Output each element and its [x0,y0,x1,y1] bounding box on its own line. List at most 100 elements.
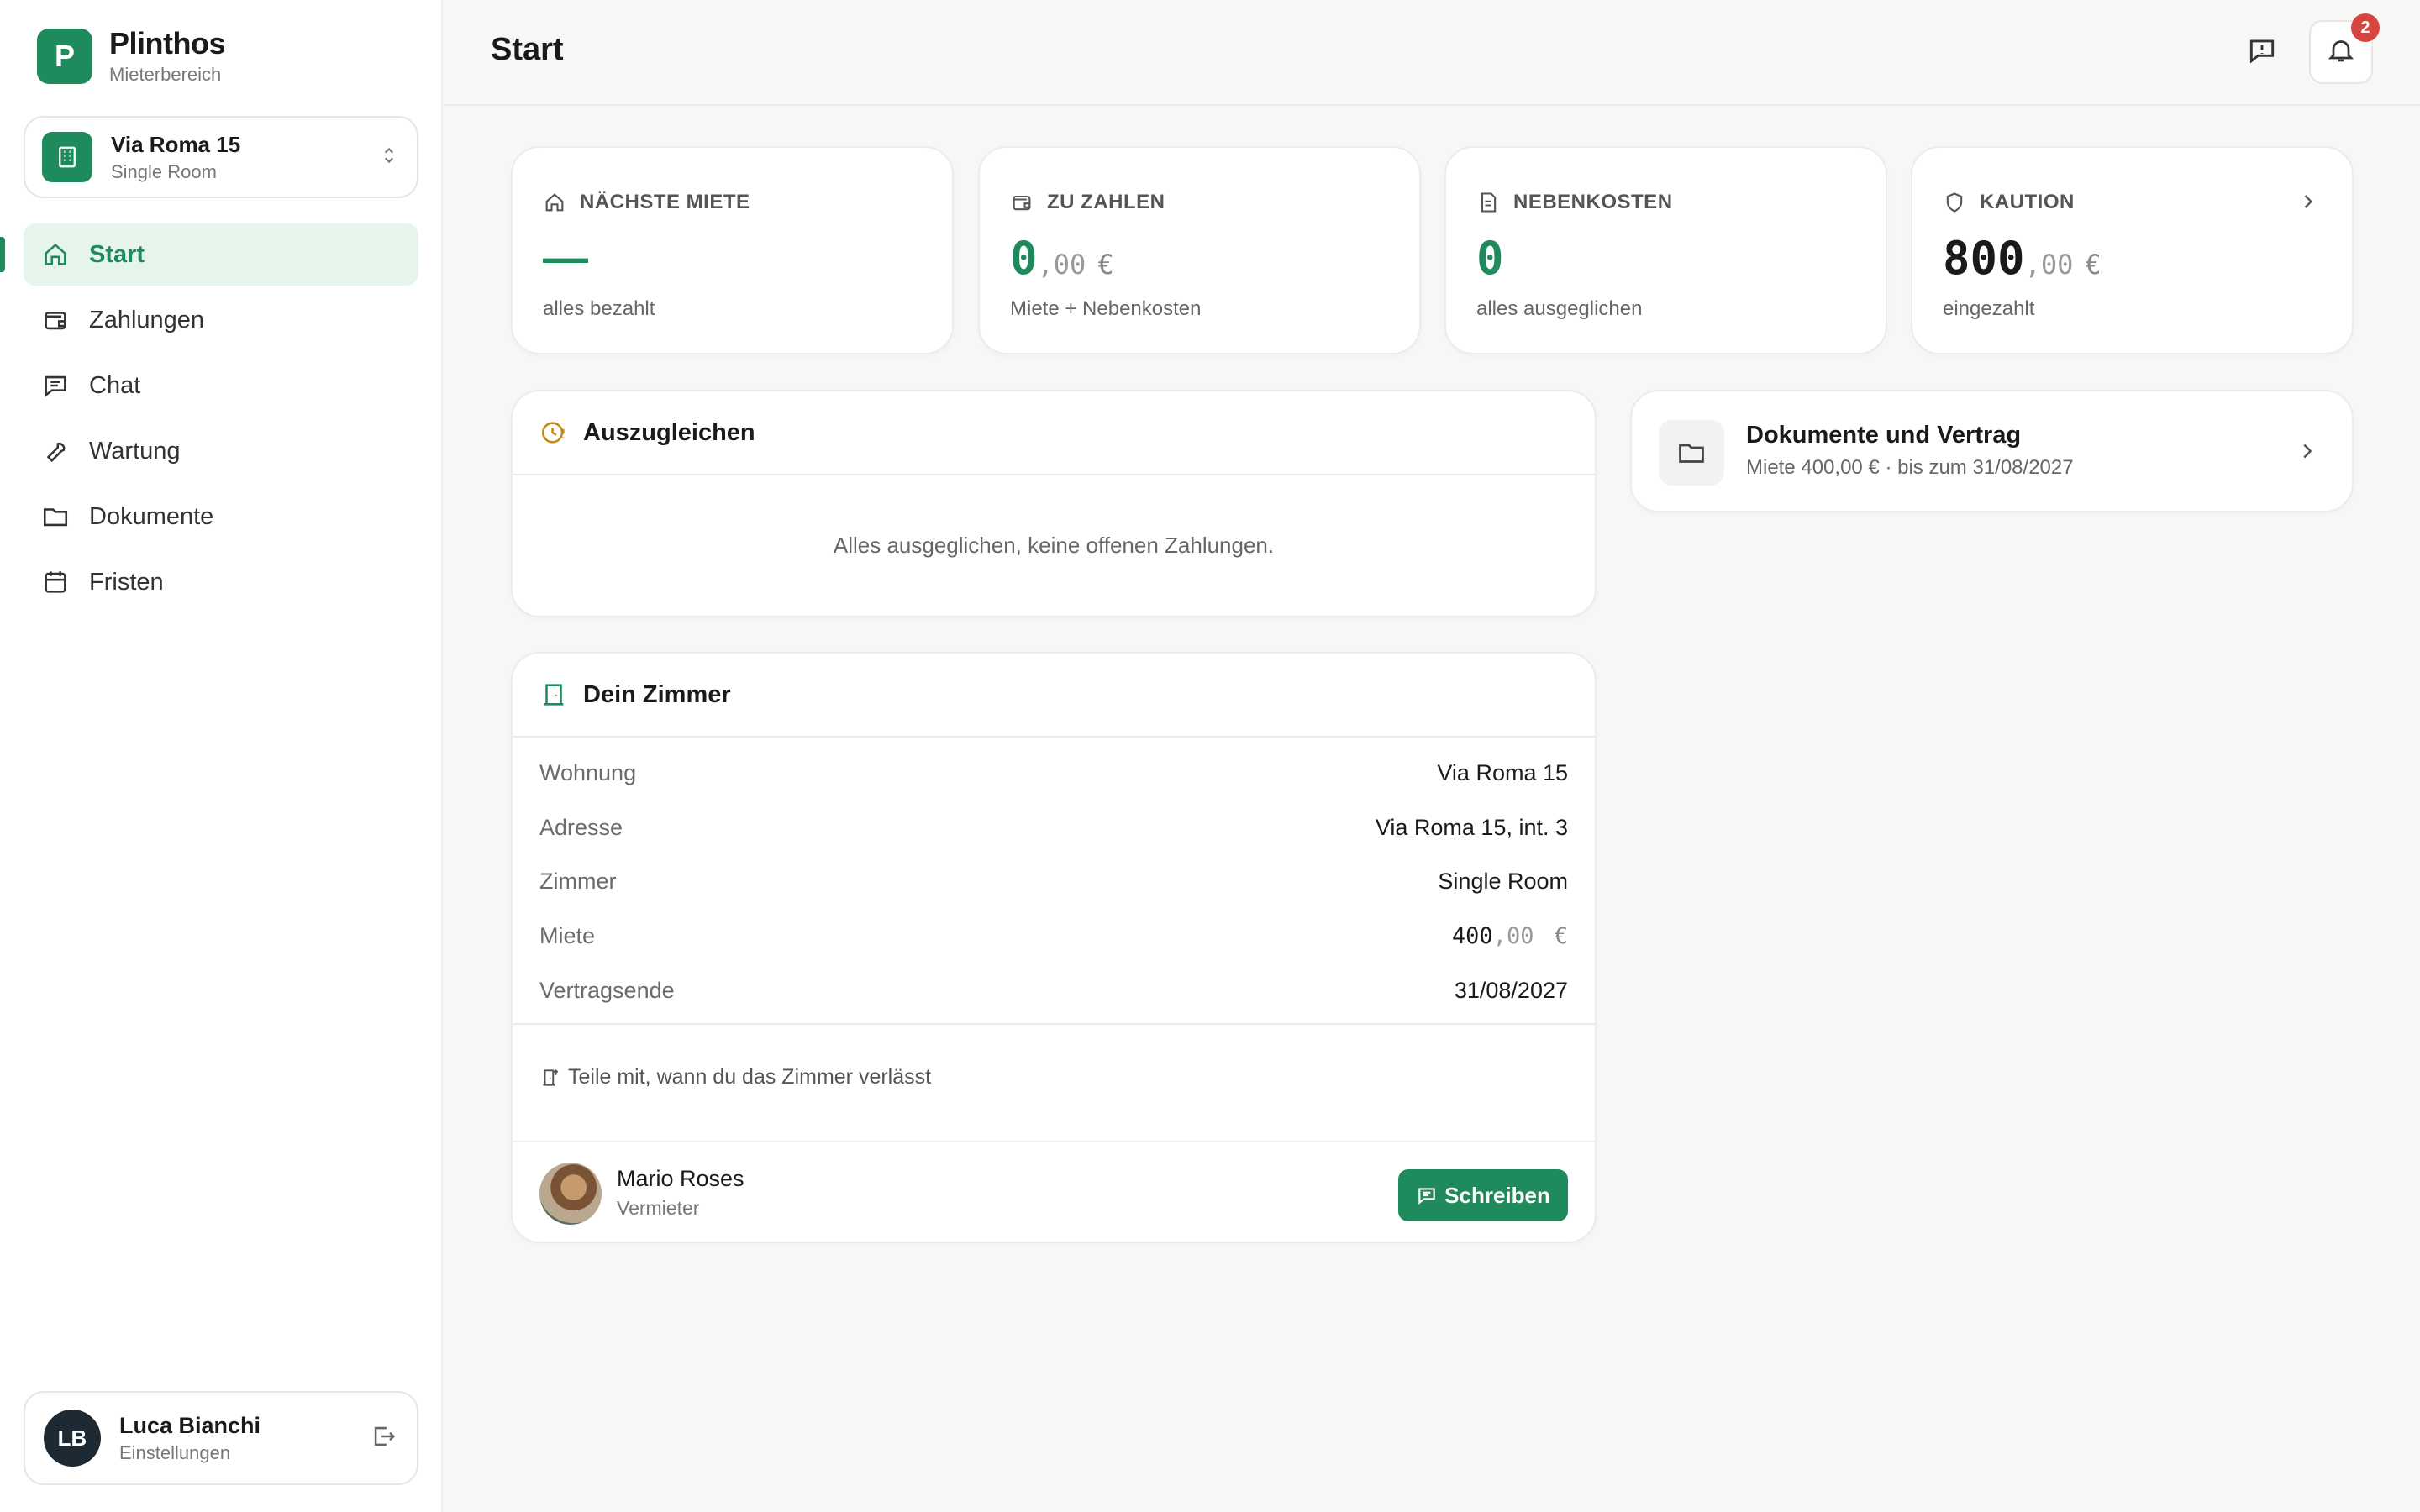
landlord-role: Vermieter [617,1197,700,1219]
stat-decimals: ,00 [1037,249,1086,281]
nav-item-chat[interactable]: Chat [24,354,418,417]
home-icon [543,190,568,215]
notification-badge: 2 [2351,13,2380,42]
stat-label: KAUTION [1980,191,2075,213]
stat-card-deposit[interactable]: KAUTION 800 ,00 € eingezahlt [1911,146,2354,354]
page-title: Start [491,32,564,67]
detail-label: Adresse [539,814,623,840]
wallet-icon [40,305,71,335]
feedback-button[interactable] [2230,20,2294,84]
nav-label: Fristen [89,568,164,596]
nav-label: Start [89,240,145,268]
stat-label: NÄCHSTE MIETE [580,191,750,213]
nav-item-start[interactable]: Start [0,223,418,286]
folder-icon [1659,420,1724,486]
landlord-row: Mario Roses Vermieter Schreiben [513,1142,1595,1245]
detail-value: 400 [1451,922,1493,949]
stat-note: eingezahlt [1943,297,2035,320]
shield-icon [1943,190,1968,215]
user-settings-link[interactable]: Einstellungen [119,1442,370,1464]
nav-item-zahlungen[interactable]: Zahlungen [24,289,418,351]
moveout-text: Teile mit, wann du das Zimmer verlässt [568,1065,932,1089]
balance-empty-text: Alles ausgeglichen, keine offenen Zahlun… [833,533,1275,558]
nav-label: Chat [89,371,141,399]
detail-row-zimmer: Zimmer Single Room [539,854,1568,908]
documents-title: Dokumente und Vertrag [1746,422,2022,449]
stat-decimals: ,00 [2024,249,2074,281]
documents-card[interactable]: Dokumente und Vertrag Miete 400,00 € · b… [1630,390,2354,512]
stat-note: alles bezahlt [543,297,655,320]
balance-card: Auszugleichen Alles ausgeglichen, keine … [511,390,1597,617]
logout-icon[interactable] [370,1422,398,1455]
moveout-link[interactable]: Teile mit, wann du das Zimmer verlässt [539,1065,931,1089]
document-icon [1476,190,1502,215]
building-icon [42,132,92,182]
write-button[interactable]: Schreiben [1398,1169,1568,1221]
property-name: Via Roma 15 [111,131,241,157]
nav-item-dokumente[interactable]: Dokumente [24,486,418,548]
avatar: LB [44,1410,101,1467]
wallet-icon [1010,190,1035,215]
sidebar: P Plinthos Mieterbereich Via Roma 15 Sin… [0,0,443,1512]
detail-row-miete: Miete 400,00 € [539,909,1568,963]
main-nav: Start Zahlungen Chat Wartung Dokumente F… [0,223,418,617]
feedback-icon [2246,34,2278,71]
brand-subtitle: Mieterbereich [109,64,222,85]
detail-currency: € [1554,922,1568,949]
clock-alert-icon [539,417,570,448]
detail-label: Miete [539,922,596,948]
stat-value: — [543,233,588,283]
detail-decimals: ,00 [1492,922,1534,949]
chevron-up-down-icon [378,144,400,171]
detail-value: Single Room [1438,868,1568,894]
balance-title: Auszugleichen [583,418,755,446]
chat-icon [40,370,71,401]
nav-item-wartung[interactable]: Wartung [24,420,418,482]
door-exit-icon [539,1067,561,1089]
brand[interactable]: P Plinthos Mieterbereich [37,26,226,86]
detail-value: Via Roma 15, int. 3 [1375,814,1568,840]
documents-subtitle: Miete 400,00 € · bis zum 31/08/2027 [1746,456,2074,479]
landlord-avatar [539,1163,602,1225]
stat-value: 0 [1010,232,1038,285]
room-title: Dein Zimmer [583,680,731,708]
user-card[interactable]: LB Luca Bianchi Einstellungen [24,1391,418,1485]
message-icon [1416,1184,1438,1206]
stat-currency: € [1097,249,1114,281]
stat-note: alles ausgeglichen [1476,297,1643,320]
bell-icon [2326,35,2356,70]
detail-value: Via Roma 15 [1437,759,1568,785]
nav-label: Zahlungen [89,306,205,333]
nav-item-fristen[interactable]: Fristen [24,551,418,613]
notifications-button[interactable]: 2 [2309,13,2380,84]
nav-label: Wartung [89,437,181,465]
detail-label: Vertragsende [539,977,675,1003]
folder-icon [40,501,71,532]
divider [513,1023,1595,1025]
room-card: Dein Zimmer Wohnung Via Roma 15 Adresse … [511,652,1597,1243]
stat-note: Miete + Nebenkosten [1010,297,1202,320]
home-icon [40,239,71,270]
door-icon [539,680,570,710]
stat-card-next-rent: NÄCHSTE MIETE — alles bezahlt [511,146,954,354]
brand-name: Plinthos [109,26,226,60]
calendar-icon [40,567,71,597]
detail-row-adresse: Adresse Via Roma 15, int. 3 [539,801,1568,854]
nav-label: Dokumente [89,502,214,530]
topbar: Start 2 [444,0,2420,106]
chevron-right-icon [2295,438,2320,468]
detail-row-vertragsende: Vertragsende 31/08/2027 [539,963,1568,1017]
property-room: Single Room [111,160,217,182]
brand-logo: P [37,29,92,84]
stat-label: ZU ZAHLEN [1047,191,1165,213]
stat-label: NEBENKOSTEN [1513,191,1673,213]
stat-value: 0 [1476,232,1504,285]
property-switcher[interactable]: Via Roma 15 Single Room [24,116,418,198]
detail-row-wohnung: Wohnung Via Roma 15 [539,746,1568,800]
stat-currency: € [2085,249,2102,281]
stat-card-utilities: NEBENKOSTEN 0 alles ausgeglichen [1444,146,1887,354]
detail-label: Zimmer [539,868,617,894]
stat-card-to-pay: ZU ZAHLEN 0 ,00 € Miete + Nebenkosten [978,146,1421,354]
landlord-name: Mario Roses [617,1166,744,1191]
stat-value: 800 [1943,232,2025,285]
